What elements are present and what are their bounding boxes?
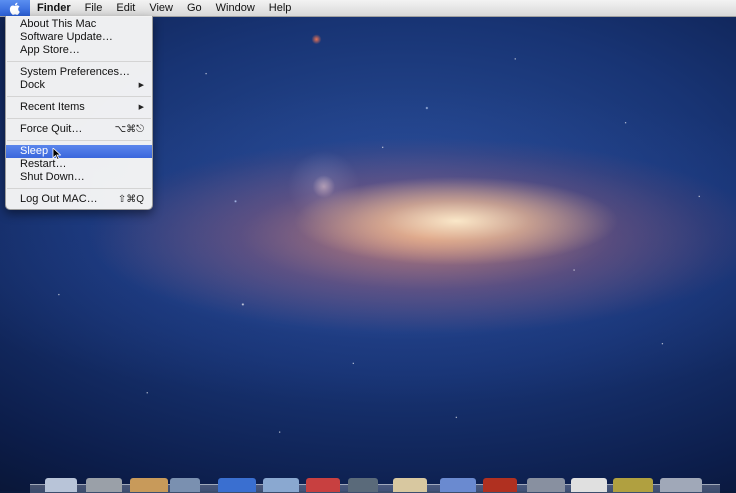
menu-item-label: Dock [20,79,46,91]
dock-icon-5[interactable] [218,478,256,492]
dock-icon-9[interactable] [393,478,427,492]
menu-item-restart[interactable]: Restart… [6,158,152,171]
menu-item-force-quit[interactable]: Force Quit… ⌥⌘⎋ [6,123,152,136]
menu-item-label: About This Mac [20,18,97,30]
apple-icon [9,2,20,15]
dock-icon-7[interactable] [306,478,340,492]
menu-item-shortcut: ⇧⌘Q [117,194,144,205]
menu-separator [7,61,151,62]
menu-item-label: Shut Down… [20,171,85,183]
menu-item-app-store[interactable]: App Store… [6,44,152,57]
menu-item-recent-items[interactable]: Recent Items ▶ [6,101,152,114]
menu-item-system-preferences[interactable]: System Preferences… [6,66,152,79]
submenu-arrow-icon: ▶ [138,104,144,111]
menu-help[interactable]: Help [262,0,299,16]
dock-icon-2[interactable] [86,478,122,492]
apple-dropdown-menu: About This Mac Software Update… App Store…… [5,16,153,210]
menu-item-log-out-mac[interactable]: Log Out MAC… ⇧⌘Q [6,193,152,206]
menu-finder[interactable]: Finder [30,0,78,16]
menu-item-label: Restart… [20,158,67,170]
menu-file[interactable]: File [78,0,110,16]
menu-item-sleep[interactable]: Sleep [6,145,152,160]
menu-bar: Finder File Edit View Go Window Help [0,0,736,17]
dock-icon-15[interactable] [660,478,702,492]
dock [0,478,736,493]
dock-icon-11[interactable] [483,478,517,492]
dock-icon-3[interactable] [130,478,168,492]
dock-icon-1[interactable] [45,478,77,492]
menu-item-shut-down[interactable]: Shut Down… [6,171,152,184]
menu-item-label: Recent Items [20,101,85,113]
dock-icon-6[interactable] [263,478,299,492]
menu-separator [7,188,151,189]
submenu-arrow-icon: ▶ [138,82,144,89]
menu-item-label: Force Quit… [20,123,83,135]
menu-item-label: Sleep [20,145,49,157]
dock-icon-8[interactable] [348,478,378,492]
menu-item-label: Software Update… [20,31,113,43]
menu-item-about-this-mac[interactable]: About This Mac [6,18,152,31]
dock-icon-14[interactable] [613,478,653,492]
menu-item-shortcut: ⌥⌘⎋ [114,124,144,135]
menu-item-dock[interactable]: Dock ▶ [6,79,152,92]
menu-item-label: System Preferences… [20,66,131,78]
dock-icon-12[interactable] [527,478,565,492]
menu-edit[interactable]: Edit [109,0,142,16]
menu-view[interactable]: View [142,0,180,16]
menu-go[interactable]: Go [180,0,209,16]
apple-menu-button[interactable] [0,0,30,16]
menu-separator [7,118,151,119]
menu-window[interactable]: Window [209,0,262,16]
menu-item-label: App Store… [20,44,80,56]
menu-item-software-update[interactable]: Software Update… [6,31,152,44]
menu-separator [7,140,151,141]
menu-item-label: Log Out MAC… [20,193,98,205]
dock-icon-13[interactable] [571,478,607,492]
dock-icon-10[interactable] [440,478,476,492]
menu-separator [7,96,151,97]
dock-icon-4[interactable] [170,478,200,492]
